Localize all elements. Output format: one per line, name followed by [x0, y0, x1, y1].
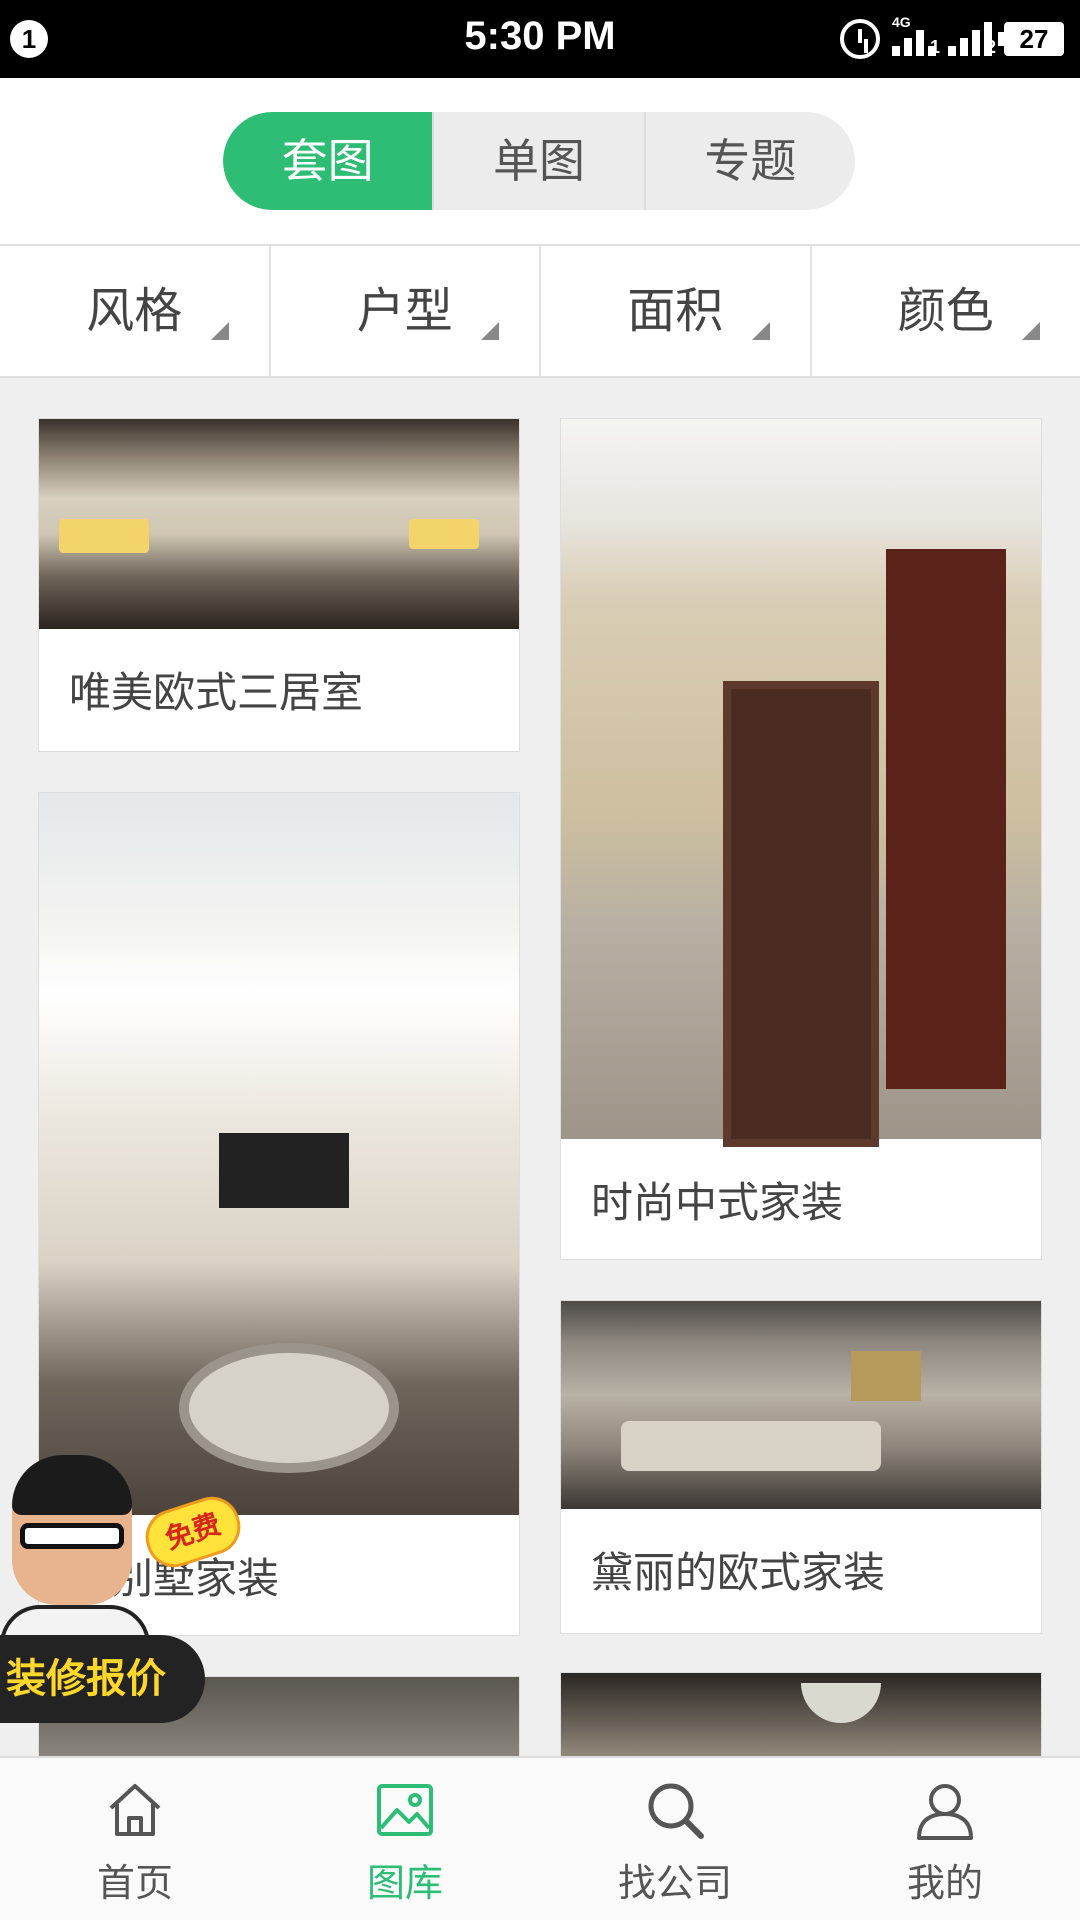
gallery-caption: 黛丽的欧式家装: [591, 1548, 886, 1597]
gallery-photo: [39, 419, 519, 629]
alarm-icon: [840, 19, 880, 59]
dropdown-triangle-icon: [210, 322, 229, 340]
network-type-label: 4G: [892, 14, 911, 30]
gallery-card[interactable]: 唯美欧式三居室: [38, 418, 520, 752]
signal-icon-sim2: 2: [948, 22, 996, 57]
promo-label: 装修报价: [0, 1635, 205, 1723]
gallery-photo: [39, 793, 519, 1515]
segment-tab-topics[interactable]: 专题: [643, 112, 855, 210]
dropdown-triangle-icon: [481, 322, 499, 340]
gallery-card[interactable]: [560, 1672, 1042, 1756]
sim2-label: 2: [985, 37, 996, 57]
user-icon: [917, 1784, 973, 1840]
gallery-caption: 时尚中式家装: [591, 1178, 844, 1227]
image-icon: [377, 1784, 433, 1836]
search-icon: [648, 1783, 704, 1839]
free-quote-promo[interactable]: 免费 装修报价: [0, 1455, 248, 1725]
tab-find-company-label: 找公司: [617, 1861, 732, 1905]
filter-layout-label: 户型: [356, 283, 453, 339]
tab-gallery[interactable]: 图库: [270, 1758, 540, 1920]
tab-mine-label: 我的: [906, 1861, 983, 1905]
gallery-photo: [561, 1301, 1041, 1509]
filter-bar: 风格 户型 面积 颜色: [0, 246, 1080, 378]
gallery-card[interactable]: 黛丽的欧式家装: [560, 1300, 1042, 1634]
dropdown-triangle-icon: [1022, 322, 1040, 340]
tab-home-label: 首页: [96, 1861, 173, 1905]
tab-gallery-label: 图库: [366, 1861, 443, 1905]
status-icons: 4G 1 2 27: [840, 14, 1064, 64]
filter-color[interactable]: 颜色: [809, 246, 1080, 376]
gallery-photo: [561, 1673, 1041, 1756]
filter-color-label: 颜色: [897, 283, 994, 339]
promo-mascot-glasses: [20, 1523, 124, 1549]
promo-mascot-hair: [12, 1455, 132, 1515]
segment-tab-single[interactable]: 单图: [432, 112, 643, 210]
sim1-label: 1: [929, 37, 940, 57]
gallery-card[interactable]: 时尚中式家装: [560, 418, 1042, 1260]
signal-icon-sim1: 4G 1: [892, 14, 940, 57]
tab-home[interactable]: 首页: [0, 1758, 270, 1920]
status-bar: 1 5:30 PM 4G 1 2 27: [0, 0, 1080, 78]
filter-area-label: 面积: [627, 283, 724, 339]
filter-layout[interactable]: 户型: [268, 246, 540, 376]
gallery-caption: 唯美欧式三居室: [69, 668, 364, 717]
filter-style[interactable]: 风格: [0, 246, 269, 376]
home-icon: [109, 1784, 161, 1836]
tab-find-company[interactable]: 找公司: [540, 1758, 810, 1920]
filter-area[interactable]: 面积: [539, 246, 810, 376]
tab-mine[interactable]: 我的: [810, 1758, 1080, 1920]
segment-control: 套图 单图 专题: [223, 112, 855, 210]
segment-header: 套图 单图 专题: [0, 78, 1080, 246]
bottom-tab-bar: 首页 图库 找公司 我的: [0, 1756, 1080, 1920]
filter-style-label: 风格: [86, 283, 183, 339]
gallery-photo: [561, 419, 1041, 1139]
segment-tab-sets[interactable]: 套图: [223, 112, 433, 210]
dropdown-triangle-icon: [751, 322, 770, 340]
battery-icon: 27: [998, 22, 1064, 56]
